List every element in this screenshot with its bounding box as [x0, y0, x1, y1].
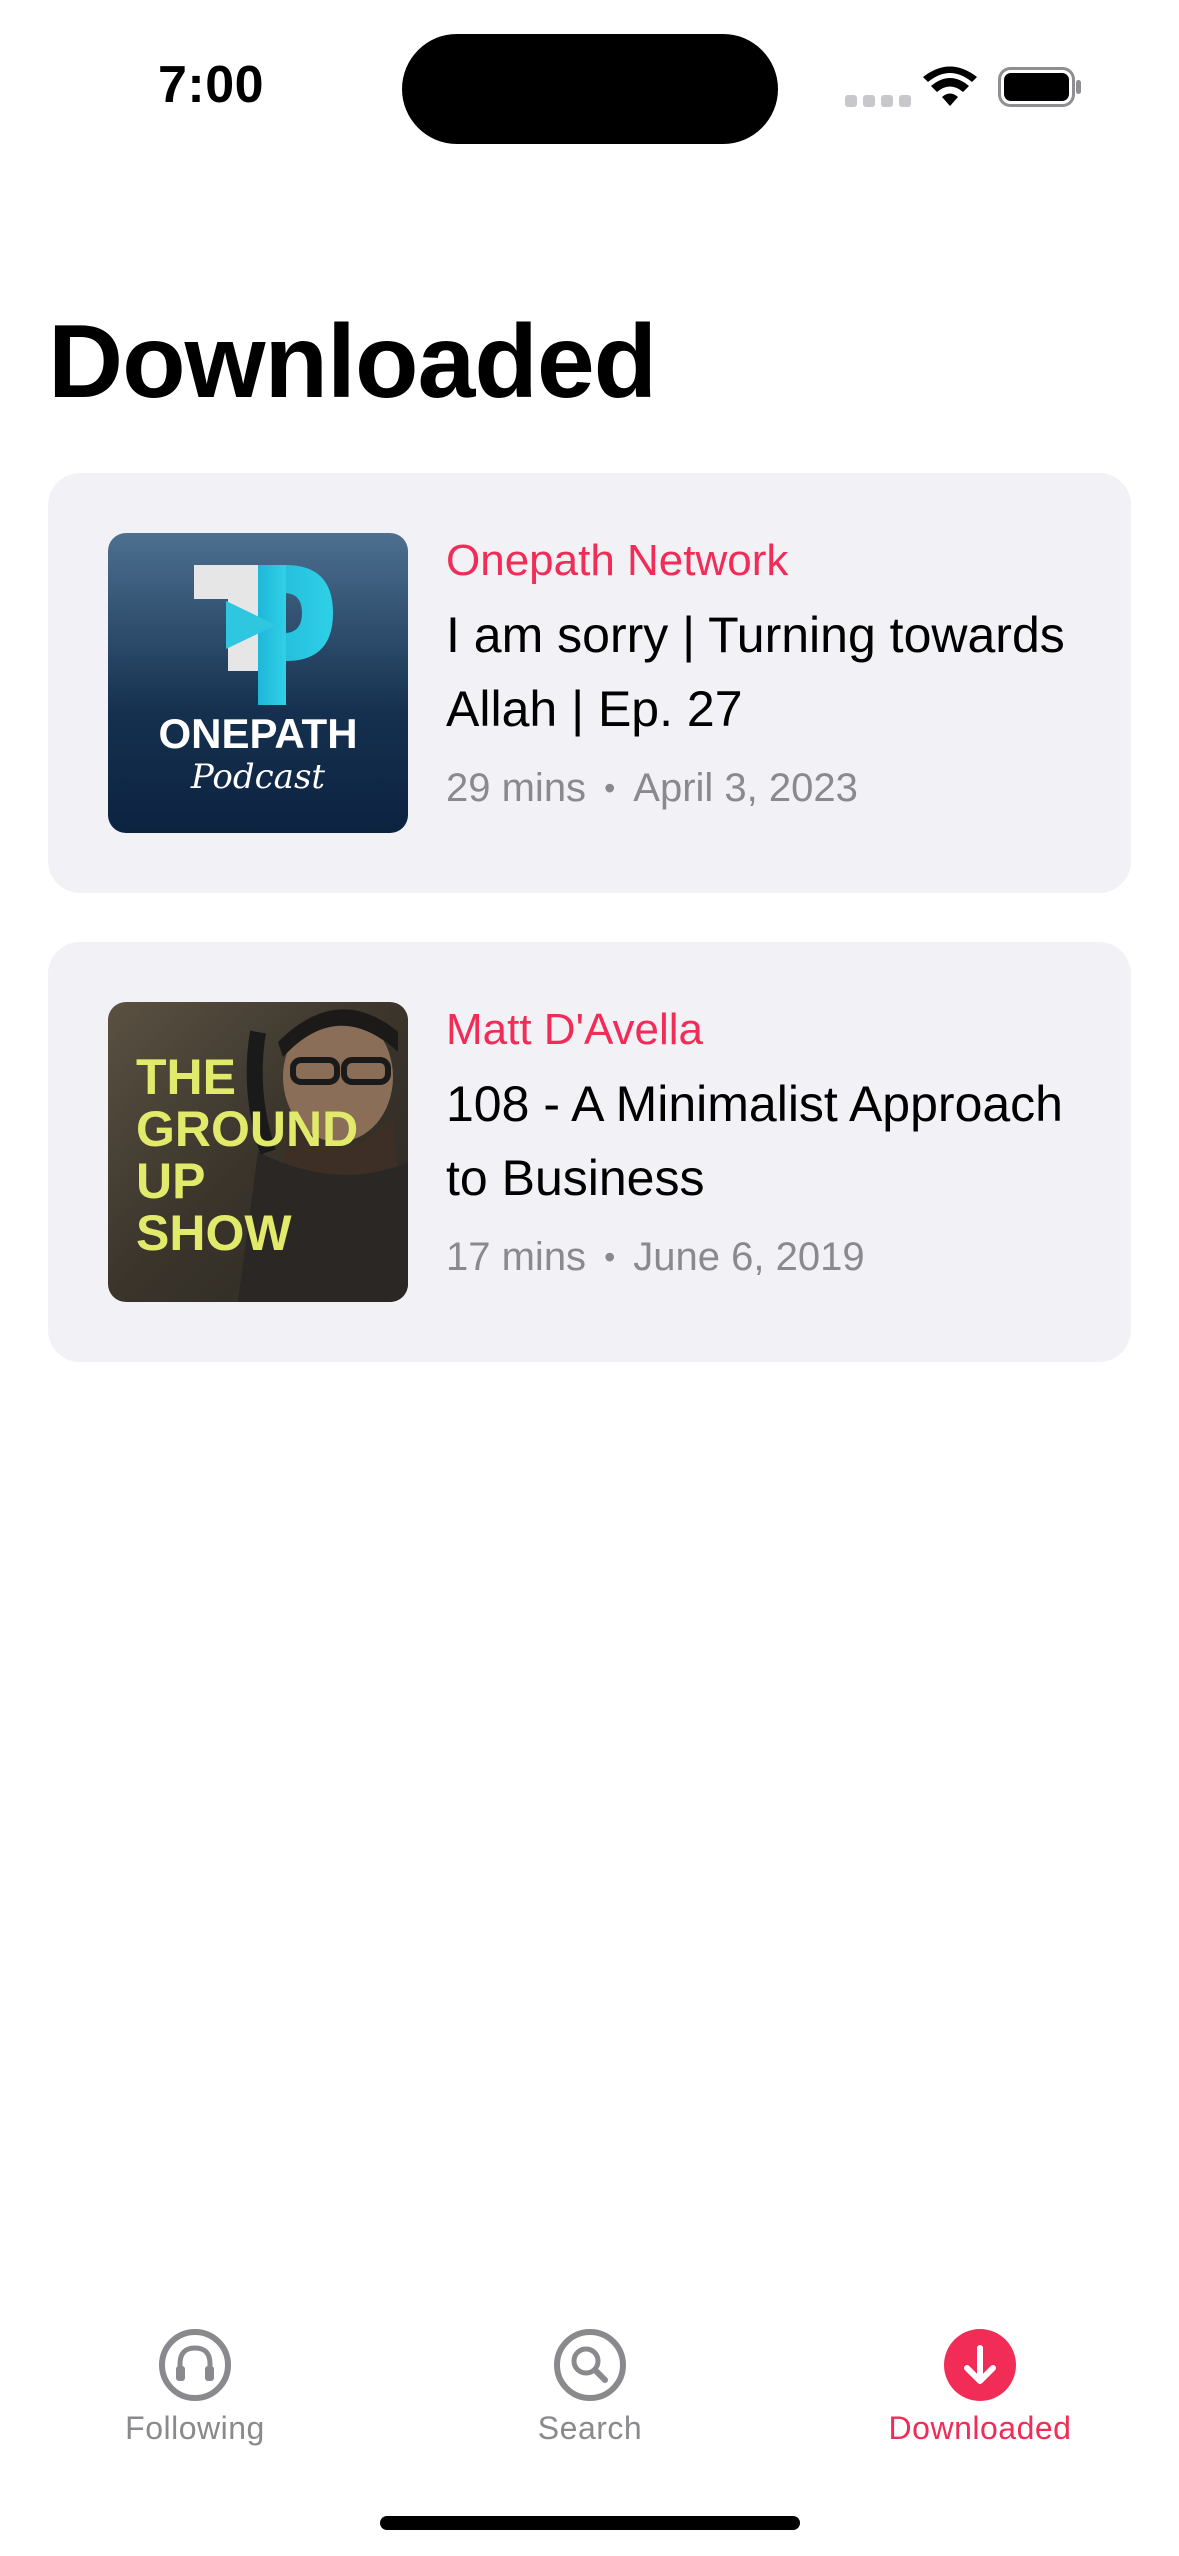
headphones-icon [159, 2329, 231, 2401]
wifi-icon [923, 66, 977, 106]
tab-label: Search [537, 2410, 643, 2446]
episode-meta: 17 mins • June 6, 2019 [446, 1235, 1086, 1280]
episode-card[interactable]: ONEPATH Podcast Onepath Network I am sor… [48, 473, 1131, 893]
episode-title: I am sorry | Turning towards Allah | Ep.… [446, 606, 1065, 737]
artwork-title-text: ONEPATH [158, 710, 357, 757]
meta-separator: • [604, 769, 616, 806]
episode-info: Onepath Network I am sorry | Turning tow… [446, 535, 1086, 811]
tab-bar: Following Search Downloaded [0, 2310, 1179, 2510]
episode-title: 108 - A Minimalist Approach to Business [446, 1075, 1063, 1206]
status-time: 7:00 [158, 56, 265, 114]
episode-duration: 17 mins [446, 1234, 587, 1279]
tab-search[interactable]: Search [440, 2310, 740, 2447]
episode-info: Matt D'Avella 108 - A Minimalist Approac… [446, 1004, 1086, 1280]
episode-date: June 6, 2019 [633, 1234, 865, 1279]
tab-following[interactable]: Following [45, 2310, 345, 2447]
episode-card[interactable]: THE GROUND UP SHOW Matt D'Avella 108 - A… [48, 942, 1131, 1362]
status-bar: 7:00 [0, 0, 1179, 180]
episode-meta: 29 mins • April 3, 2023 [446, 766, 1086, 811]
page-title: Downloaded [48, 304, 657, 420]
artwork-text-line: UP [136, 1153, 205, 1209]
cellular-signal-icon [845, 95, 911, 107]
battery-icon [998, 67, 1081, 107]
episode-date: April 3, 2023 [633, 765, 858, 810]
podcast-artwork: ONEPATH Podcast [108, 533, 408, 833]
home-indicator[interactable] [380, 2516, 800, 2530]
podcast-name: Onepath Network [446, 536, 789, 585]
meta-separator: • [604, 1238, 616, 1275]
podcast-artwork: THE GROUND UP SHOW [108, 1002, 408, 1302]
search-icon [554, 2329, 626, 2401]
dynamic-island [402, 34, 778, 144]
artwork-text-line: SHOW [136, 1205, 292, 1261]
episode-duration: 29 mins [446, 765, 587, 810]
podcast-name: Matt D'Avella [446, 1005, 704, 1054]
tab-label: Following [125, 2410, 265, 2446]
tab-downloaded[interactable]: Downloaded [830, 2310, 1130, 2447]
artwork-text-line: GROUND [136, 1101, 358, 1157]
download-icon [944, 2329, 1016, 2401]
tab-label: Downloaded [888, 2410, 1072, 2446]
artwork-subtitle-text: Podcast [190, 757, 325, 797]
artwork-text-line: THE [136, 1049, 236, 1105]
